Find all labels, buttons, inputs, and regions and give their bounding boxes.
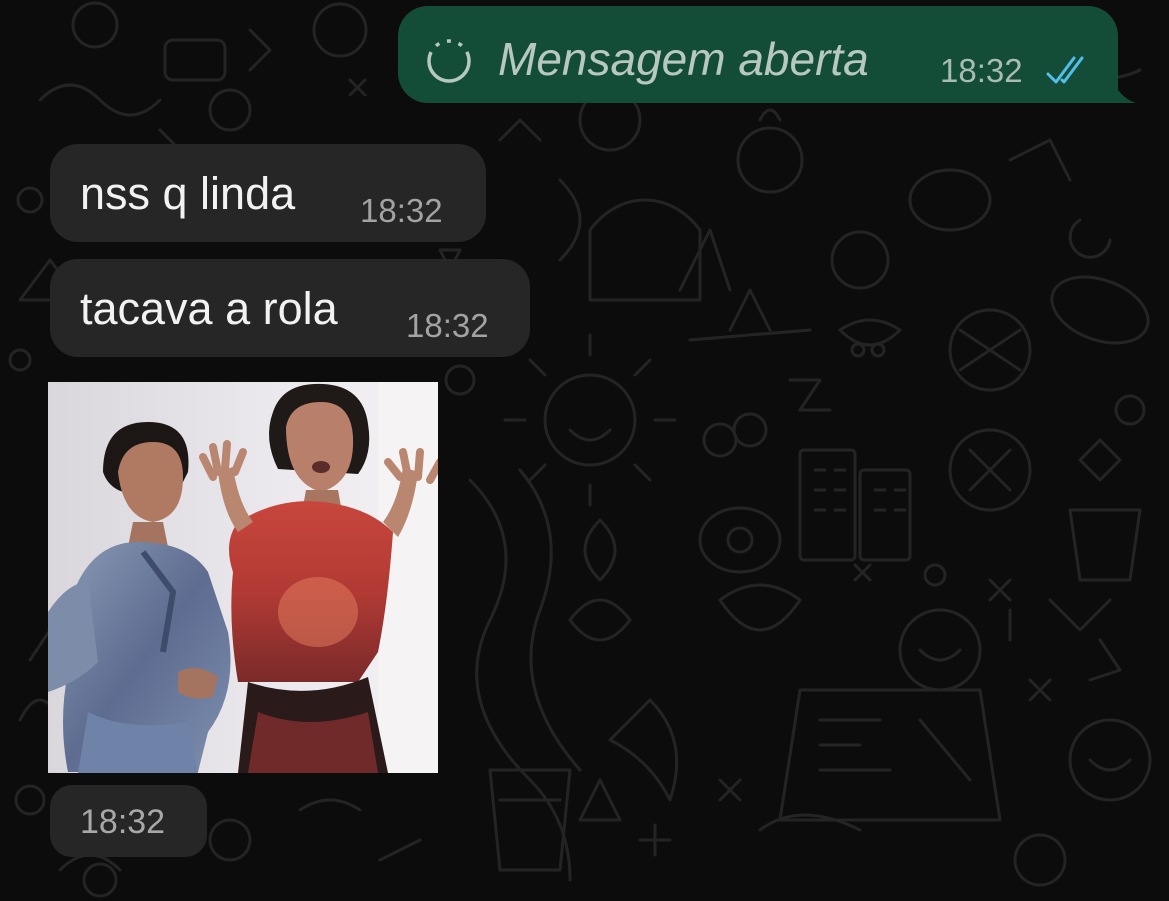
incoming-message-time: 18:32 [360,192,443,229]
chat-view: Mensagem aberta 18:32 nss q linda 18:32 … [0,0,1169,901]
incoming-message-bubble[interactable]: nss q linda 18:32 [50,144,486,242]
sticker-illustration [48,382,438,773]
sticker-time-chip: 18:32 [50,785,207,857]
sticker-image[interactable] [48,382,438,773]
outgoing-message-bubble[interactable]: Mensagem aberta 18:32 [398,6,1136,103]
incoming-message-time: 18:32 [406,307,489,344]
double-check-icon [1046,56,1084,84]
outgoing-message-time: 18:32 [940,52,1023,89]
outgoing-message-text: Mensagem aberta [498,33,869,85]
incoming-message-text: nss q linda [80,168,296,219]
incoming-message-text: tacava a rola [80,283,338,334]
sticker-time: 18:32 [80,803,166,841]
incoming-message-bubble[interactable]: tacava a rola 18:32 [50,259,530,357]
bubble-tail [1112,77,1136,103]
view-once-opened-icon [427,39,471,83]
